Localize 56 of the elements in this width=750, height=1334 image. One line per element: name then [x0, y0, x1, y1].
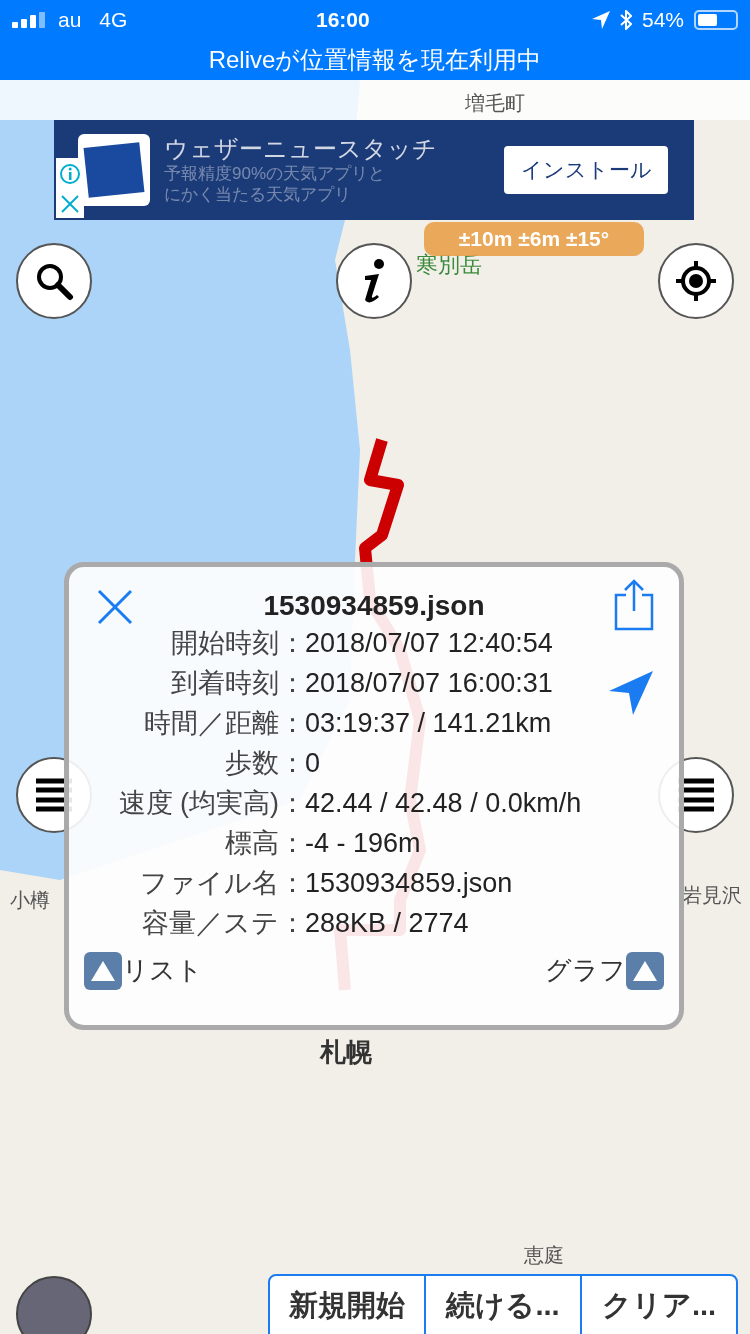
map-label: 小樽: [10, 888, 50, 913]
colon-separator: ：: [279, 747, 301, 780]
colon-separator: ：: [279, 907, 301, 940]
close-icon[interactable]: [60, 193, 80, 214]
colon-separator: ：: [279, 827, 301, 860]
field-value: 0: [304, 747, 322, 780]
info-icon[interactable]: [59, 162, 81, 185]
panel-title: 1530934859.json: [262, 589, 486, 623]
navigation-arrow-button[interactable]: [607, 669, 655, 717]
field-label: ファイル名: [139, 867, 279, 900]
field-value: 03:19:37 / 141.21km: [304, 707, 553, 740]
colon-separator: ：: [279, 667, 301, 700]
install-button[interactable]: インストール: [504, 146, 668, 194]
close-button[interactable]: [95, 587, 135, 627]
map-label: 札幌: [320, 1036, 372, 1069]
thumbnail-placeholder[interactable]: [16, 1276, 92, 1334]
field-label: 開始時刻: [170, 627, 279, 660]
field-label: 歩数: [224, 747, 279, 780]
field-value: 288KB / 2774: [304, 907, 470, 940]
time-text: 16:00: [316, 7, 370, 34]
ad-title: ウェザーニュースタッチ: [164, 135, 438, 163]
bluetooth-icon: [619, 10, 632, 30]
field-value: 2018/07/07 12:40:54: [304, 627, 554, 660]
field-value: -4 - 196m: [304, 827, 422, 860]
list-link[interactable]: リスト: [84, 951, 203, 990]
location-banner: Reliveが位置情報を現在利用中: [0, 40, 750, 80]
ad-description: にかく当たる天気アプリ: [164, 184, 352, 205]
field-value: 42.44 / 42.48 / 0.0km/h: [304, 787, 583, 820]
map-label: 恵庭: [524, 1243, 564, 1268]
graph-link[interactable]: グラフ: [545, 951, 664, 990]
share-button[interactable]: [614, 579, 654, 631]
field-value: 1530934859.json: [304, 867, 514, 900]
field-value: 2018/07/07 16:00:31: [304, 667, 554, 700]
action-button[interactable]: 続ける...: [424, 1276, 580, 1334]
field-label: 標高: [224, 827, 279, 860]
battery-icon: [694, 10, 738, 30]
field-label: 到着時刻: [170, 667, 279, 700]
field-label: 時間／距離: [143, 707, 279, 740]
map-label: 岩見沢: [682, 883, 742, 908]
network-text: 4G: [99, 7, 128, 34]
field-label: 容量／ステ: [141, 907, 279, 940]
signal-icon: [12, 12, 46, 28]
colon-separator: ：: [279, 787, 301, 820]
search-icon: [34, 261, 74, 301]
ad-description: 予報精度90%の天気アプリと: [164, 163, 387, 184]
map-label: 増毛町: [465, 91, 525, 116]
crosshair-icon: [674, 259, 718, 303]
colon-separator: ：: [279, 867, 301, 900]
colon-separator: ：: [279, 707, 301, 740]
location-arrow-icon: [591, 11, 610, 29]
action-button[interactable]: 新規開始: [270, 1276, 424, 1334]
carrier-text: au: [58, 7, 82, 34]
battery-percent: 54%: [641, 7, 684, 34]
colon-separator: ：: [279, 627, 301, 660]
action-button[interactable]: クリア...: [580, 1276, 736, 1334]
field-label: 速度 (均実高): [117, 787, 279, 820]
